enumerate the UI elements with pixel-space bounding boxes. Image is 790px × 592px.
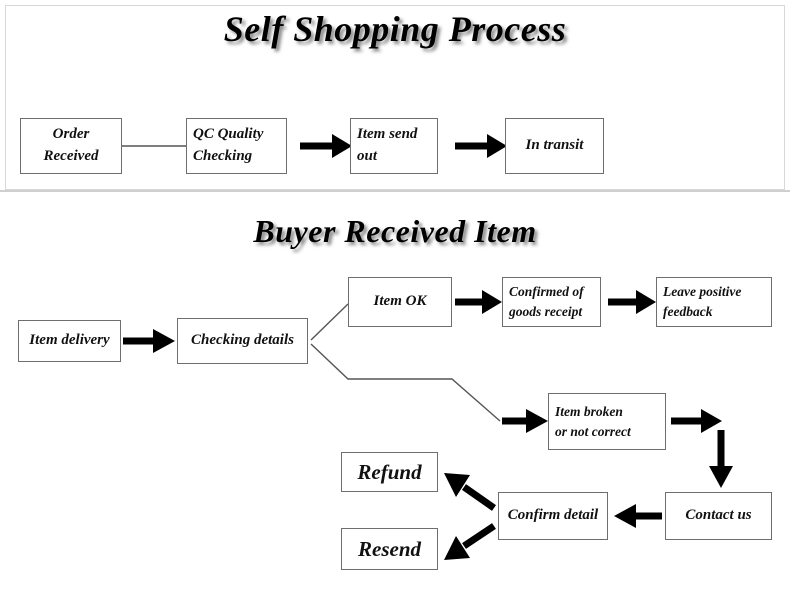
node-line: Leave positive bbox=[663, 284, 742, 300]
node-line: Contact us bbox=[685, 507, 752, 524]
node-leave-positive-feedback[interactable]: Leave positive feedback bbox=[656, 277, 772, 327]
node-line: Confirm detail bbox=[507, 507, 599, 524]
node-line: Resend bbox=[358, 536, 421, 561]
node-order-received[interactable]: Order Received bbox=[20, 118, 122, 174]
node-checking-details[interactable]: Checking details bbox=[177, 318, 308, 364]
node-confirmed-goods-receipt[interactable]: Confirmed of goods receipt bbox=[502, 277, 601, 327]
node-line: Item send bbox=[357, 126, 418, 143]
node-line: goods receipt bbox=[509, 304, 583, 319]
node-in-transit[interactable]: In transit bbox=[505, 118, 604, 174]
node-confirm-detail[interactable]: Confirm detail bbox=[498, 492, 608, 540]
node-item-delivery[interactable]: Item delivery bbox=[18, 320, 121, 362]
node-line: or not correct bbox=[555, 423, 631, 439]
section-title-buyer-received-item: Buyer Received Item bbox=[253, 213, 537, 249]
node-line: Received bbox=[43, 148, 99, 164]
node-item-send-out[interactable]: Item send out bbox=[350, 118, 438, 174]
node-line: Item broken bbox=[555, 403, 623, 419]
node-item-broken-or-not-correct[interactable]: Item broken or not correct bbox=[548, 393, 666, 450]
node-line: QC Quality bbox=[193, 126, 264, 143]
node-line: Confirmed of bbox=[509, 284, 584, 300]
node-contact-us[interactable]: Contact us bbox=[665, 492, 772, 540]
node-qc-quality-checking[interactable]: QC Quality Checking bbox=[186, 118, 287, 174]
flowchart-canvas: Self Shopping Process Buyer Received Ite… bbox=[0, 0, 790, 592]
node-item-ok[interactable]: Item OK bbox=[348, 277, 452, 327]
node-line: Checking bbox=[193, 148, 253, 164]
node-refund[interactable]: Refund bbox=[341, 452, 438, 492]
node-resend[interactable]: Resend bbox=[341, 528, 438, 570]
node-line: feedback bbox=[663, 304, 713, 319]
node-line: Refund bbox=[357, 459, 422, 484]
node-line: out bbox=[357, 148, 378, 164]
node-line: Checking details bbox=[191, 332, 294, 349]
node-line: Item delivery bbox=[29, 332, 110, 349]
section-title-self-shopping-process: Self Shopping Process bbox=[223, 9, 567, 49]
node-line: Item OK bbox=[373, 293, 427, 310]
node-line: Order bbox=[52, 126, 90, 143]
node-line: In transit bbox=[525, 137, 584, 154]
